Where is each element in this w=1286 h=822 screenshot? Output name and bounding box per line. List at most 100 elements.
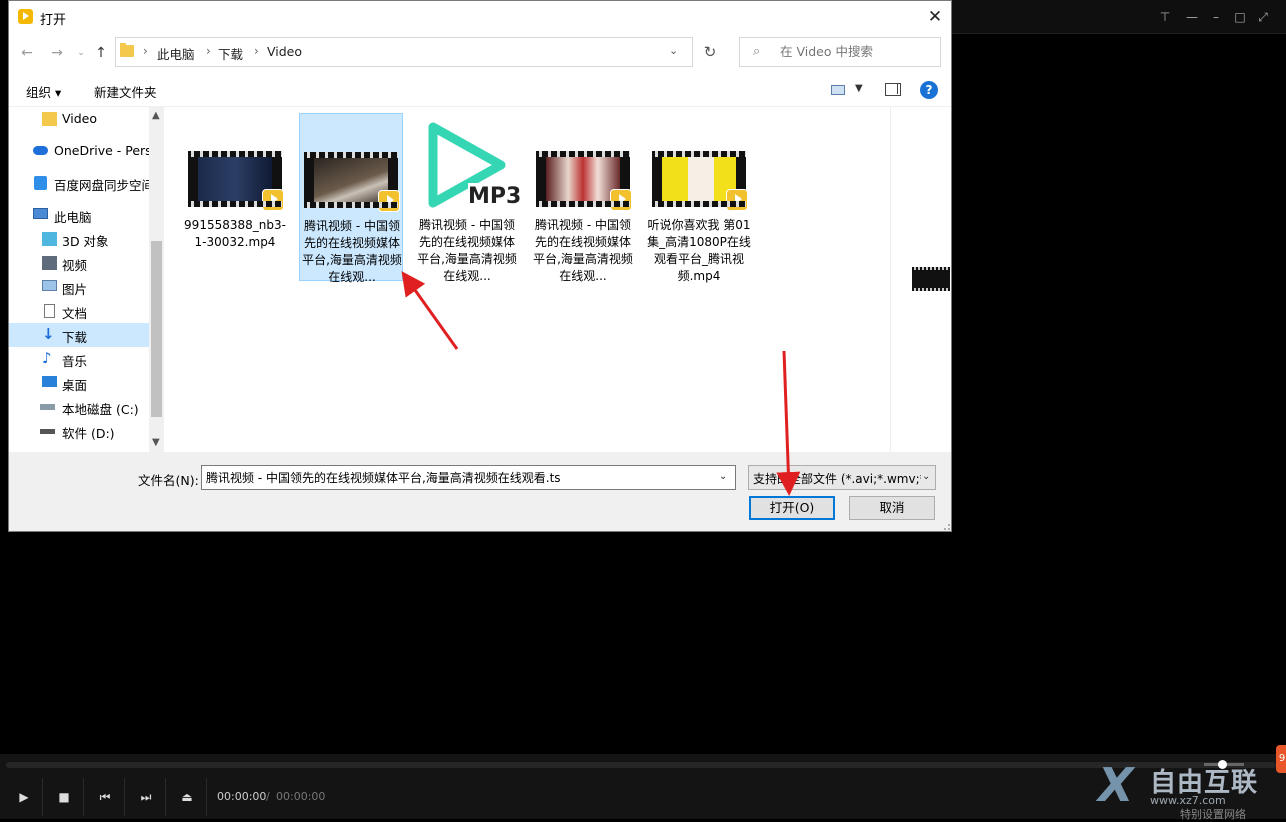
divider [206,778,207,816]
refresh-icon[interactable]: ↻ [699,41,721,63]
dialog-title: 打开 [40,13,67,28]
divider [83,778,84,816]
thumbnail-frame [314,158,388,202]
nav-item-downloads[interactable]: ↓ 下载 [9,323,149,347]
file-name: 腾讯视频 - 中国领先的在线视频媒体平台,海量高清视频在线观... [533,218,633,283]
previous-icon[interactable]: ⏮ [94,786,116,808]
search-icon: ⌕ [753,44,761,59]
nav-item-label: 3D 对象 [62,234,109,249]
video-thumbnail [536,151,632,211]
preview-thumbnail [912,267,950,291]
file-item-selected[interactable]: 腾讯视频 - 中国领先的在线视频媒体平台,海量高清视频在线观... [299,113,403,284]
watermark-hint: 特别设置网络 [1180,808,1246,821]
up-arrow-icon[interactable]: ↑ [91,43,111,63]
nav-item-videos[interactable]: 视频 [9,251,149,275]
file-list: 991558388_nb3-1-30032.mp4 腾讯视频 - 中国领先的在线… [164,107,951,452]
chevron-down-icon: ▼ [855,83,863,94]
close-icon[interactable]: ✕ [922,4,948,30]
nav-item-desktop[interactable]: 桌面 [9,371,149,395]
open-button[interactable]: 打开(O) [749,496,835,520]
play-icon[interactable]: ▶ [13,786,35,808]
nav-item-label: OneDrive - Perso [54,143,160,158]
nav-item-video-folder[interactable]: Video [9,107,149,131]
help-icon[interactable]: ? [920,81,938,99]
nav-scrollbar[interactable]: ▲ ▼ [149,107,164,452]
nav-item-label: 本地磁盘 (C:) [62,402,139,417]
minimize-icon[interactable]: – [1205,6,1227,28]
maximize-icon[interactable]: □ [1229,6,1251,28]
baidu-netdisk-icon [34,176,47,190]
nav-item-3d-objects[interactable]: 3D 对象 [9,227,149,251]
next-icon[interactable]: ⏭ [135,786,157,808]
file-item[interactable]: MP3 腾讯视频 - 中国领先的在线视频媒体平台,海量高清视频在线观... [415,113,522,283]
nav-item-drive-d[interactable]: 软件 (D:) [9,419,149,443]
minimize-mini-icon[interactable]: — [1181,6,1203,28]
desktop-icon [42,376,57,387]
nav-item-pictures[interactable]: 图片 [9,275,149,299]
forward-arrow-icon[interactable]: → [47,43,67,63]
eject-icon[interactable]: ⏏ [176,786,198,808]
search-input[interactable] [780,44,930,59]
nav-item-drive-c[interactable]: 本地磁盘 (C:) [9,395,149,419]
filename-combobox[interactable]: ⌄ [201,465,736,490]
nav-item-documents[interactable]: 文档 [9,299,149,323]
chevron-right-icon[interactable]: › [254,44,259,58]
scrollbar-thumb[interactable] [151,241,162,417]
nav-item-music[interactable]: ♪ 音乐 [9,347,149,371]
dialog-title-bar: 打开 ✕ [9,1,951,33]
file-name: 腾讯视频 - 中国领先的在线视频媒体平台,海量高清视频在线观... [302,219,402,284]
chevron-right-icon[interactable]: › [143,44,148,58]
filename-input[interactable] [206,470,711,484]
resize-grip-icon[interactable] [941,521,951,531]
organize-button[interactable]: 组织 ▾ [26,82,61,101]
navigation-bar: ← → ⌄ ↑ › 此电脑 › 下载 › Video ⌄ ↻ ⌕ [9,33,951,73]
player-badge-icon [726,189,748,211]
filetype-select[interactable]: 支持的全部文件 (*.avi;*.wmv;*. ⌄ [748,465,936,490]
nav-item-onedrive[interactable]: OneDrive - Perso [9,139,159,163]
video-thumbnail [188,151,284,211]
cancel-button[interactable]: 取消 [849,496,935,520]
pin-icon[interactable]: ⊤ [1154,6,1176,28]
file-name: 听说你喜欢我 第01集_高清1080P在线观看平台_腾讯视频.mp4 [647,218,751,283]
recent-dropdown-icon[interactable]: ⌄ [71,43,91,63]
back-arrow-icon[interactable]: ← [17,43,37,63]
drive-icon [40,404,55,410]
file-item[interactable]: 腾讯视频 - 中国领先的在线视频媒体平台,海量高清视频在线观... [531,113,635,283]
player-badge-icon [378,190,400,212]
preview-pane-icon[interactable] [885,83,901,96]
file-item[interactable]: 听说你喜欢我 第01集_高清1080P在线观看平台_腾讯视频.mp4 [647,113,751,283]
new-folder-button[interactable]: 新建文件夹 [94,82,157,101]
nav-item-label: 百度网盘同步空间 [54,178,155,193]
chevron-right-icon[interactable]: › [206,44,211,58]
player-badge-icon [610,189,632,211]
video-thumbnail [304,152,400,212]
onedrive-icon [33,146,48,155]
breadcrumb-this-pc[interactable]: 此电脑 [157,44,195,63]
nav-item-label: 音乐 [62,354,88,369]
video-icon [42,256,57,270]
nav-item-baidu[interactable]: 百度网盘同步空间 [9,171,154,195]
nav-item-label: 桌面 [62,378,88,393]
breadcrumb-downloads[interactable]: 下载 [218,44,243,63]
search-box[interactable]: ⌕ [739,37,941,67]
file-item[interactable]: 991558388_nb3-1-30032.mp4 [183,113,287,281]
chevron-down-icon[interactable]: ⌄ [669,44,678,57]
breadcrumb-video[interactable]: Video [267,44,302,59]
folder-icon [42,112,57,126]
progress-bar[interactable] [6,762,1276,768]
stop-icon[interactable]: ■ [53,786,75,808]
nav-item-this-pc[interactable]: 此电脑 [9,203,149,227]
app-logo-icon [18,9,33,24]
address-bar[interactable]: › 此电脑 › 下载 › Video ⌄ [115,37,693,67]
thumbnail-frame [546,157,620,201]
side-badge-icon[interactable]: 9 [1276,745,1286,773]
mp3-label: MP3 [468,183,522,211]
divider [42,778,43,816]
command-bar: 组织 ▾ 新建文件夹 ▼ ? [9,73,951,107]
change-view-button[interactable]: ▼ [831,82,871,100]
music-icon: ♪ [42,349,52,367]
scroll-up-icon[interactable]: ▲ [152,110,160,121]
fullscreen-icon[interactable]: ⤢ [1252,6,1274,28]
chevron-down-icon[interactable]: ⌄ [719,471,727,482]
scroll-down-icon[interactable]: ▼ [152,437,160,448]
